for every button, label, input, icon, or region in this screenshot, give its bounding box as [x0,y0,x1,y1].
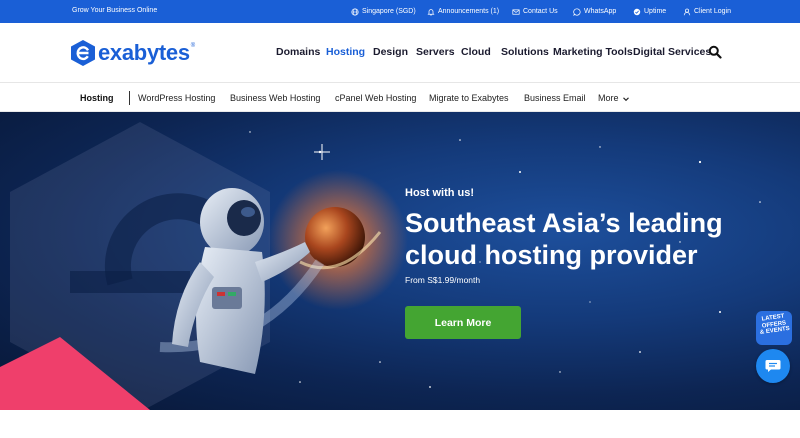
brand-logo[interactable]: exabytes ® [70,38,195,68]
subnav-more-label: More [598,93,619,103]
subnav-business-email[interactable]: Business Email [524,93,586,103]
contact-us-link[interactable]: Contact Us [512,0,558,23]
whatsapp-icon [573,7,581,16]
nav-cloud[interactable]: Cloud [461,46,491,60]
subnav-business-web-hosting[interactable]: Business Web Hosting [230,93,320,103]
main-header: exabytes ® Domains Hosting Design Server… [0,23,800,83]
subnav-current-section[interactable]: Hosting [80,93,114,103]
hero-banner: Host with us! Southeast Asia’s leading c… [0,112,800,410]
nav-solutions[interactable]: Solutions [501,46,549,60]
uptime-label: Uptime [644,8,667,15]
registered-mark: ® [190,43,196,49]
nav-marketing-tools[interactable]: Marketing Tools [553,46,633,60]
latest-offers-text: LATEST OFFERS & EVENTS [756,313,792,337]
chat-icon [765,360,781,372]
subnav-wordpress-hosting[interactable]: WordPress Hosting [138,93,215,103]
client-login-link[interactable]: Client Login [683,0,731,23]
planet [305,207,365,267]
sparkle-star [314,144,330,160]
nav-digital-services[interactable]: Digital Services [633,46,711,60]
mail-icon [512,8,520,15]
subnav-more[interactable]: More [598,93,630,103]
subnav-cpanel-web-hosting[interactable]: cPanel Web Hosting [335,93,416,103]
whatsapp-link[interactable]: WhatsApp [573,0,616,23]
bell-icon [427,8,435,16]
hero-headline-line-1: Southeast Asia’s leading [405,208,723,238]
client-login-label: Client Login [694,8,731,15]
subnav-divider [129,91,130,105]
region-selector[interactable]: Singapore (SGD) [351,0,416,23]
learn-more-button[interactable]: Learn More [405,306,521,339]
brand-name: exabytes [98,40,190,65]
hero-headline: Southeast Asia’s leading cloud hosting p… [405,207,785,271]
region-label: Singapore (SGD) [362,8,416,15]
uptime-link[interactable]: Uptime [633,0,666,23]
nav-servers[interactable]: Servers [416,46,455,60]
hero-price: From S$1.99/month [405,275,481,285]
chevron-down-icon [622,97,629,101]
user-icon [683,8,691,15]
latest-offers-badge[interactable]: LATEST OFFERS & EVENTS [756,311,792,345]
uptime-icon [633,8,641,15]
top-utility-bar: Grow Your Business Online Singapore (SGD… [0,0,800,23]
nav-hosting[interactable]: Hosting [326,46,365,60]
announcements-label: Announcements (1) [438,8,500,15]
search-icon[interactable] [708,45,722,59]
globe-icon [351,7,359,16]
page: Grow Your Business Online Singapore (SGD… [0,0,800,438]
page-content-start [0,410,800,438]
nav-domains[interactable]: Domains [276,46,320,60]
live-chat-button[interactable] [756,349,790,383]
hero-headline-line-2: cloud hosting provider [405,240,698,270]
subnav-migrate[interactable]: Migrate to Exabytes [429,93,509,103]
whatsapp-label: WhatsApp [584,8,617,15]
contact-us-label: Contact Us [523,8,558,15]
tagline: Grow Your Business Online [72,7,158,14]
hosting-subnav: Hosting WordPress Hosting Business Web H… [0,84,800,112]
hero-kicker: Host with us! [405,187,475,199]
exabytes-logo-icon [71,40,95,66]
announcements-link[interactable]: Announcements (1) [427,0,499,23]
nav-design[interactable]: Design [373,46,408,60]
